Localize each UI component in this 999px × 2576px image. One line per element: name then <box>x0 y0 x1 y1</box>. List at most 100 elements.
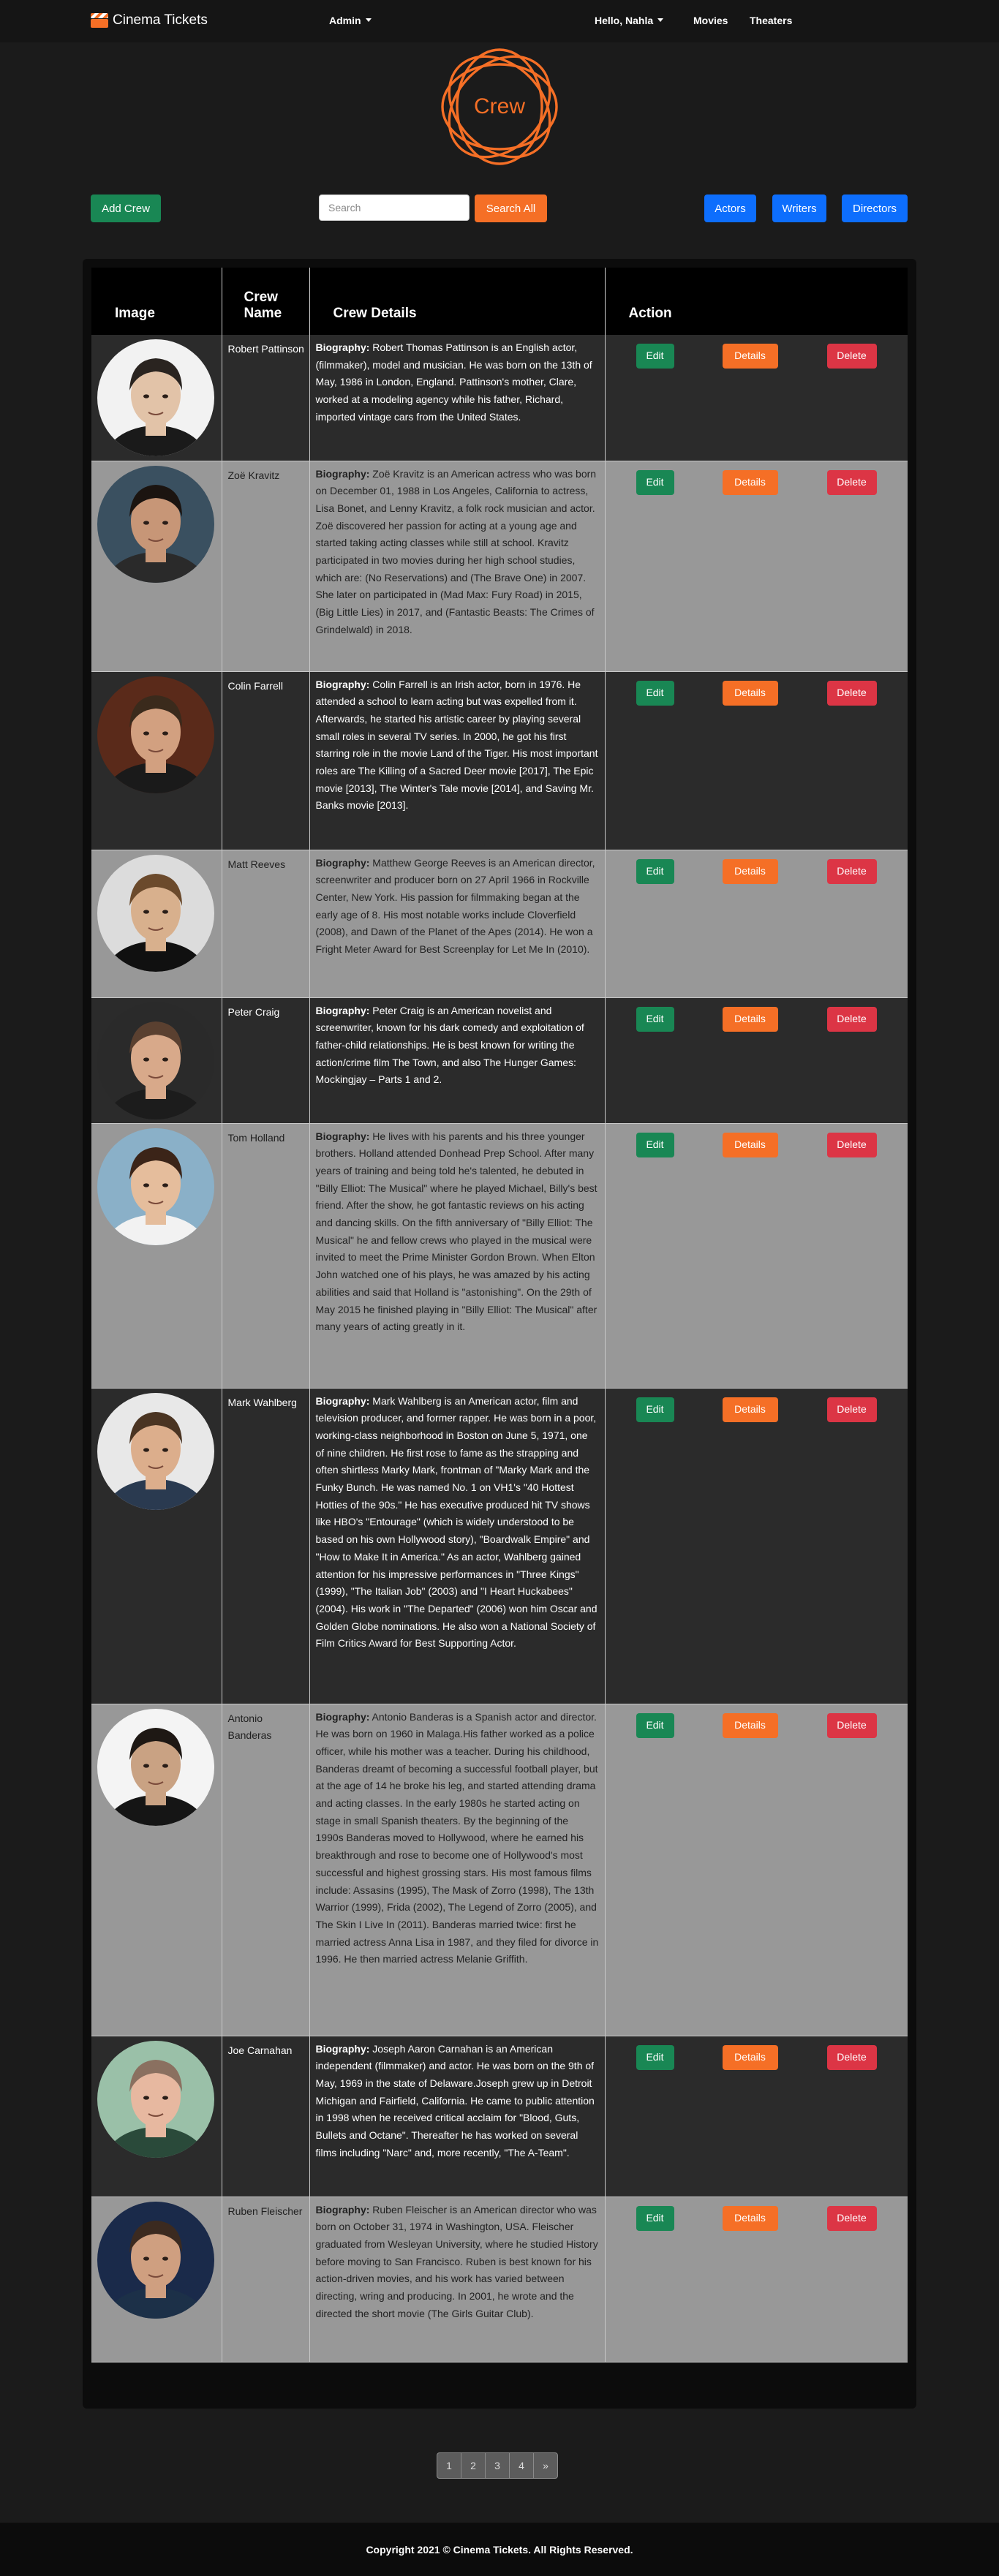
crew-name: Peter Craig <box>227 1005 280 1018</box>
cell-actions: Edit Details Delete <box>605 1123 908 1389</box>
edit-button[interactable]: Edit <box>636 1397 674 1422</box>
crew-name: Matt Reeves <box>227 858 286 870</box>
edit-button[interactable]: Edit <box>636 1006 674 1032</box>
table-row: Colin Farrell Biography: Colin Farrell is… <box>91 671 908 850</box>
search-input[interactable] <box>319 194 470 221</box>
caret-down-icon <box>657 18 664 22</box>
cell-image <box>91 2197 222 2362</box>
cell-crew-name: Tom Holland <box>222 1123 310 1389</box>
details-button[interactable]: Details <box>722 2044 778 2070</box>
cell-actions: Edit Details Delete <box>605 1704 908 2036</box>
delete-button[interactable]: Delete <box>826 680 877 706</box>
header-crew-name: Crew Name <box>222 268 310 335</box>
details-button[interactable]: Details <box>722 680 778 706</box>
cell-image <box>91 850 222 998</box>
table-row: Antonio Banderas Biography: Antonio Bande… <box>91 1704 908 2036</box>
edit-button[interactable]: Edit <box>636 2205 674 2231</box>
crew-biography: Zoë Kravitz is an American actress who w… <box>315 467 597 635</box>
crew-avatar <box>97 465 214 583</box>
cell-actions: Edit Details Delete <box>605 2036 908 2197</box>
admin-dropdown[interactable]: Admin <box>329 15 372 26</box>
edit-button[interactable]: Edit <box>636 2044 674 2070</box>
delete-button[interactable]: Delete <box>826 858 877 884</box>
crew-avatar <box>97 2201 214 2319</box>
brand-name: Cinema Tickets <box>113 12 208 28</box>
crew-name: Joe Carnahan <box>227 2044 293 2056</box>
crew-avatar <box>97 1002 214 1119</box>
page-1-button[interactable]: 1 <box>437 2452 461 2479</box>
edit-button[interactable]: Edit <box>636 1132 674 1157</box>
edit-button[interactable]: Edit <box>636 469 674 495</box>
delete-button[interactable]: Delete <box>826 344 877 369</box>
writers-filter-button[interactable]: Writers <box>772 194 826 222</box>
delete-button[interactable]: Delete <box>826 1132 877 1157</box>
table-row: Matt Reeves Biography: Matthew George Ree… <box>91 850 908 998</box>
biography-label: Biography: <box>315 2203 370 2216</box>
delete-button[interactable]: Delete <box>826 1712 877 1738</box>
page-2-button[interactable]: 2 <box>461 2452 486 2479</box>
details-button[interactable]: Details <box>722 1006 778 1032</box>
edit-button[interactable]: Edit <box>636 344 674 369</box>
page-3-button[interactable]: 3 <box>485 2452 510 2479</box>
details-button[interactable]: Details <box>722 344 778 369</box>
delete-button[interactable]: Delete <box>826 1397 877 1422</box>
page-4-button[interactable]: 4 <box>509 2452 534 2479</box>
delete-button[interactable]: Delete <box>826 1006 877 1032</box>
crew-name: Colin Farrell <box>227 679 283 692</box>
crew-biography: Colin Farrell is an Irish actor, born in… <box>315 678 598 812</box>
edit-button[interactable]: Edit <box>636 1712 674 1738</box>
table-row: Ruben Fleischer Biography: Ruben Fleische… <box>91 2197 908 2362</box>
details-button[interactable]: Details <box>722 2205 778 2231</box>
crew-table: Image Crew Name Crew Details Action Robe… <box>91 268 908 2362</box>
cell-image <box>91 461 222 672</box>
search-all-button[interactable]: Search All <box>475 194 547 222</box>
footer: Copyright 2021 © Cinema Tickets. All Rig… <box>0 2523 999 2576</box>
biography-label: Biography: <box>315 1710 370 1723</box>
directors-filter-button[interactable]: Directors <box>842 194 908 222</box>
header-image: Image <box>91 268 222 335</box>
cell-actions: Edit Details Delete <box>605 850 908 998</box>
delete-button[interactable]: Delete <box>826 2044 877 2070</box>
table-row: Joe Carnahan Biography: Joseph Aaron Carn… <box>91 2036 908 2197</box>
cell-crew-name: Robert Pattinson <box>222 335 310 461</box>
user-dropdown[interactable]: Hello, Nahla <box>595 15 664 26</box>
biography-label: Biography: <box>315 2042 370 2055</box>
cell-image <box>91 335 222 461</box>
brand-link[interactable]: Cinema Tickets <box>91 12 208 29</box>
details-button[interactable]: Details <box>722 1397 778 1422</box>
crew-avatar <box>97 676 214 793</box>
table-row: Tom Holland Biography: He lives with his … <box>91 1123 908 1389</box>
biography-label: Biography: <box>315 1394 370 1407</box>
details-button[interactable]: Details <box>722 858 778 884</box>
details-button[interactable]: Details <box>722 1132 778 1157</box>
admin-label: Admin <box>329 15 361 26</box>
nav-theaters[interactable]: Theaters <box>750 15 792 26</box>
crew-biography: Mark Wahlberg is an American actor, film… <box>315 1394 597 1650</box>
cell-crew-name: Mark Wahlberg <box>222 1388 310 1704</box>
cell-actions: Edit Details Delete <box>605 2197 908 2362</box>
page-next-button[interactable]: » <box>533 2452 558 2479</box>
add-crew-button[interactable]: Add Crew <box>91 194 161 222</box>
caret-down-icon <box>365 18 372 22</box>
nav-movies[interactable]: Movies <box>693 15 728 26</box>
biography-label: Biography: <box>315 856 370 869</box>
details-button[interactable]: Details <box>722 1712 778 1738</box>
crew-name: Robert Pattinson <box>227 343 304 355</box>
cell-crew-details: Biography: Ruben Fleischer is an America… <box>309 2197 606 2362</box>
actors-filter-button[interactable]: Actors <box>704 194 756 222</box>
cell-crew-details: Biography: Peter Craig is an American no… <box>309 997 606 1124</box>
cell-image <box>91 1704 222 2036</box>
delete-button[interactable]: Delete <box>826 469 877 495</box>
delete-button[interactable]: Delete <box>826 2205 877 2231</box>
cell-crew-details: Biography: Matthew George Reeves is an A… <box>309 850 606 998</box>
cell-crew-details: Biography: Joseph Aaron Carnahan is an A… <box>309 2036 606 2197</box>
details-button[interactable]: Details <box>722 469 778 495</box>
cell-crew-name: Colin Farrell <box>222 671 310 850</box>
edit-button[interactable]: Edit <box>636 680 674 706</box>
cell-image <box>91 2036 222 2197</box>
cell-image <box>91 997 222 1124</box>
edit-button[interactable]: Edit <box>636 858 674 884</box>
cell-image <box>91 671 222 850</box>
cell-crew-name: Ruben Fleischer <box>222 2197 310 2362</box>
cell-crew-name: Peter Craig <box>222 997 310 1124</box>
